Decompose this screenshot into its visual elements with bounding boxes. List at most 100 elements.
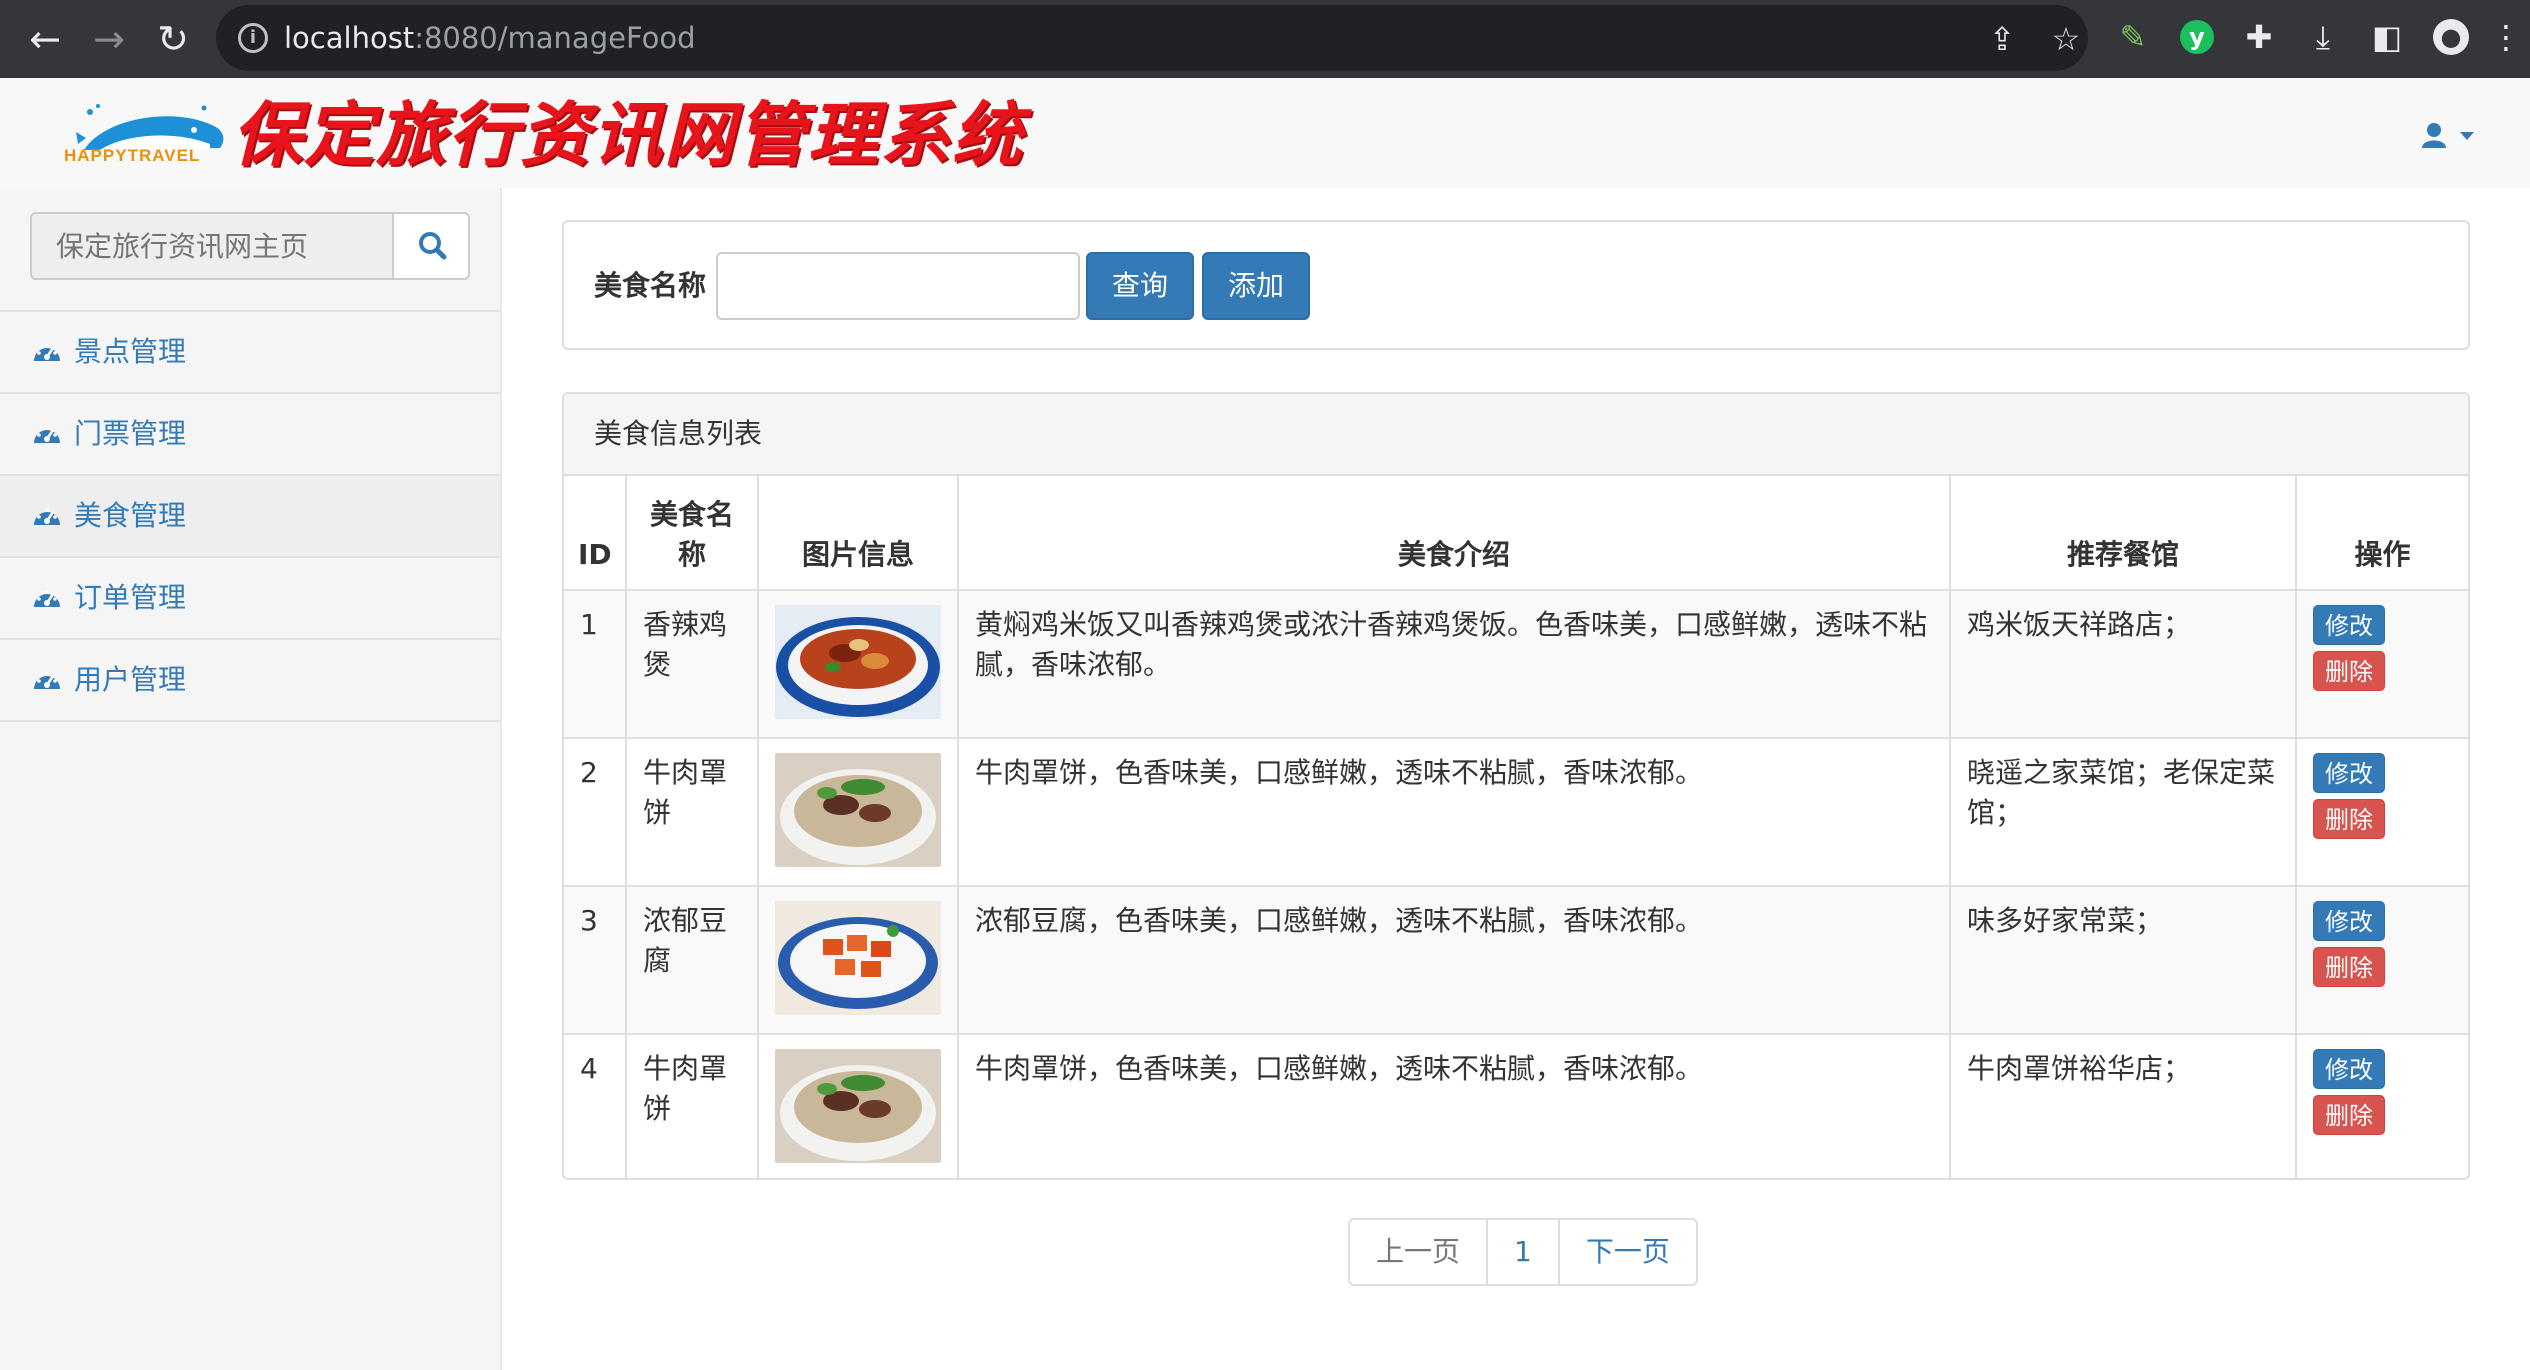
column-header-image: 图片信息	[757, 476, 959, 591]
row-restaurant: 牛肉罩饼裕华店；	[1949, 1033, 2297, 1178]
sidebar-search-button[interactable]	[392, 212, 470, 280]
food-list-panel: 美食信息列表 ID 美食名称 图片信息 美食介绍 推荐餐馆 操作 1 香辣鸡煲	[562, 392, 2470, 1180]
search-icon	[419, 232, 447, 260]
food-name-label: 美食名称	[594, 269, 707, 302]
row-image	[757, 1033, 959, 1178]
reload-icon[interactable]: ↻	[148, 14, 198, 64]
extensions-puzzle-icon[interactable]: ✚	[2238, 16, 2280, 58]
dashboard-icon	[34, 672, 60, 689]
row-intro: 黄焖鸡米饭又叫香辣鸡煲或浓汁香辣鸡煲饭。色香味美，口感鲜嫩，透味不粘腻，香味浓郁…	[957, 589, 1951, 739]
url-path: :8080/manageFood	[414, 21, 696, 55]
delete-button[interactable]: 删除	[2313, 799, 2385, 839]
delete-button[interactable]: 删除	[2313, 651, 2385, 691]
delete-button[interactable]: 删除	[2313, 1095, 2385, 1135]
sidebar-item-label: 用户管理	[74, 663, 187, 696]
food-photo-beef-pancake	[775, 753, 941, 867]
table-header-row: ID 美食名称 图片信息 美食介绍 推荐餐馆 操作	[564, 476, 2468, 591]
edit-button[interactable]: 修改	[2313, 1049, 2385, 1089]
row-actions: 修改 删除	[2295, 589, 2468, 739]
search-panel: 美食名称 查询 添加	[562, 220, 2470, 350]
sidebar-item-scenic[interactable]: 景点管理	[0, 312, 500, 394]
row-restaurant: 晓遥之家菜馆；老保定菜馆；	[1949, 737, 2297, 887]
query-button[interactable]: 查询	[1086, 252, 1194, 320]
user-dropdown[interactable]	[2420, 118, 2480, 154]
row-id: 4	[564, 1033, 627, 1178]
sidebar-search	[30, 212, 470, 280]
table-row: 2 牛肉罩饼 牛肉罩饼，色香味美，口感鲜嫩，透味不粘腻，香味浓郁。 晓遥之家菜馆…	[564, 737, 2468, 887]
row-intro: 牛肉罩饼，色香味美，口感鲜嫩，透味不粘腻，香味浓郁。	[957, 737, 1951, 887]
row-id: 2	[564, 737, 627, 887]
food-name-input[interactable]	[716, 252, 1080, 320]
download-icon[interactable]: ⤓	[2302, 16, 2344, 58]
delete-button[interactable]: 删除	[2313, 947, 2385, 987]
add-button[interactable]: 添加	[1202, 252, 1310, 320]
column-header-name: 美食名称	[625, 476, 759, 591]
row-restaurant: 味多好家常菜；	[1949, 885, 2297, 1035]
user-caret-icon	[2422, 123, 2474, 148]
row-id: 3	[564, 885, 627, 1035]
column-header-ops: 操作	[2295, 476, 2468, 591]
food-table: ID 美食名称 图片信息 美食介绍 推荐餐馆 操作 1 香辣鸡煲 黄焖鸡米饭又叫…	[564, 476, 2468, 1178]
column-header-restaurant: 推荐餐馆	[1949, 476, 2297, 591]
sidebar-item-users[interactable]: 用户管理	[0, 640, 500, 722]
row-intro: 浓郁豆腐，色香味美，口感鲜嫩，透味不粘腻，香味浓郁。	[957, 885, 1951, 1035]
sidebar-menu: 景点管理 门票管理 美食管理 订单管理 用户管理	[0, 310, 500, 722]
row-actions: 修改 删除	[2295, 737, 2468, 887]
row-name: 牛肉罩饼	[625, 1033, 759, 1178]
row-intro: 牛肉罩饼，色香味美，口感鲜嫩，透味不粘腻，香味浓郁。	[957, 1033, 1951, 1178]
logo-text: HAPPYTRAVEL	[64, 146, 201, 165]
next-page-button[interactable]: 下一页	[1557, 1218, 1698, 1286]
sidebar-search-input[interactable]	[30, 212, 394, 280]
table-row: 4 牛肉罩饼 牛肉罩饼，色香味美，口感鲜嫩，透味不粘腻，香味浓郁。 牛肉罩饼裕华…	[564, 1033, 2468, 1178]
column-header-id: ID	[564, 476, 627, 591]
sidebar-item-label: 景点管理	[74, 335, 187, 368]
row-restaurant: 鸡米饭天祥路店；	[1949, 589, 2297, 739]
back-icon[interactable]: ←	[20, 14, 70, 64]
sidebar-item-label: 美食管理	[74, 499, 187, 532]
bookmark-star-icon[interactable]: ☆	[2046, 19, 2086, 59]
panel-heading: 美食信息列表	[564, 394, 2468, 476]
table-row: 1 香辣鸡煲 黄焖鸡米饭又叫香辣鸡煲或浓汁香辣鸡煲饭。色香味美，口感鲜嫩，透味不	[564, 589, 2468, 739]
food-photo-tofu	[775, 901, 941, 1015]
row-image	[757, 589, 959, 739]
dashboard-icon	[34, 508, 60, 525]
url-text: localhost:8080/manageFood	[284, 5, 696, 71]
share-icon[interactable]: ⇪	[1982, 19, 2022, 59]
row-actions: 修改 删除	[2295, 1033, 2468, 1178]
sidebar: 景点管理 门票管理 美食管理 订单管理 用户管理	[0, 188, 502, 1370]
column-header-intro: 美食介绍	[957, 476, 1951, 591]
row-actions: 修改 删除	[2295, 885, 2468, 1035]
site-title: 保定旅行资讯网管理系统	[232, 93, 1024, 176]
edit-button[interactable]: 修改	[2313, 753, 2385, 793]
sidebar-item-orders[interactable]: 订单管理	[0, 558, 500, 640]
row-image	[757, 885, 959, 1035]
row-name: 牛肉罩饼	[625, 737, 759, 887]
row-id: 1	[564, 589, 627, 739]
food-photo-beef-pancake	[775, 1049, 941, 1163]
dashboard-icon	[34, 344, 60, 361]
address-bar[interactable]: i localhost:8080/manageFood ⇪ ☆	[216, 5, 2088, 71]
forward-icon[interactable]: →	[84, 14, 134, 64]
browser-menu-icon[interactable]: ⋮	[2490, 16, 2522, 58]
extension-leaf-icon[interactable]: ✎	[2112, 16, 2154, 58]
table-row: 3 浓郁豆腐 浓郁豆腐，色香味美，口感鲜嫩，透味不粘腻，香味浓郁。 味多好家常菜…	[564, 885, 2468, 1035]
extension-y-icon[interactable]: y	[2180, 20, 2214, 54]
row-name: 香辣鸡煲	[625, 589, 759, 739]
prev-page-button[interactable]: 上一页	[1348, 1218, 1489, 1286]
edit-button[interactable]: 修改	[2313, 901, 2385, 941]
sidebar-item-label: 门票管理	[74, 417, 187, 450]
site-header: HAPPYTRAVEL 保定旅行资讯网管理系统	[0, 78, 2530, 188]
sidebar-item-tickets[interactable]: 门票管理	[0, 394, 500, 476]
page-1-button[interactable]: 1	[1486, 1218, 1560, 1286]
sidebar-item-label: 订单管理	[74, 581, 187, 614]
sidebar-item-food[interactable]: 美食管理	[0, 476, 500, 558]
dashboard-icon	[34, 590, 60, 607]
url-host: localhost	[284, 21, 415, 55]
profile-icon[interactable]: ●	[2433, 19, 2469, 55]
dashboard-icon	[34, 426, 60, 443]
edit-button[interactable]: 修改	[2313, 605, 2385, 645]
food-photo-spicy-chicken	[775, 605, 941, 719]
side-panel-icon[interactable]: ◧	[2366, 16, 2408, 58]
site-info-icon[interactable]: i	[238, 23, 268, 53]
site-logo[interactable]: HAPPYTRAVEL	[64, 98, 232, 174]
